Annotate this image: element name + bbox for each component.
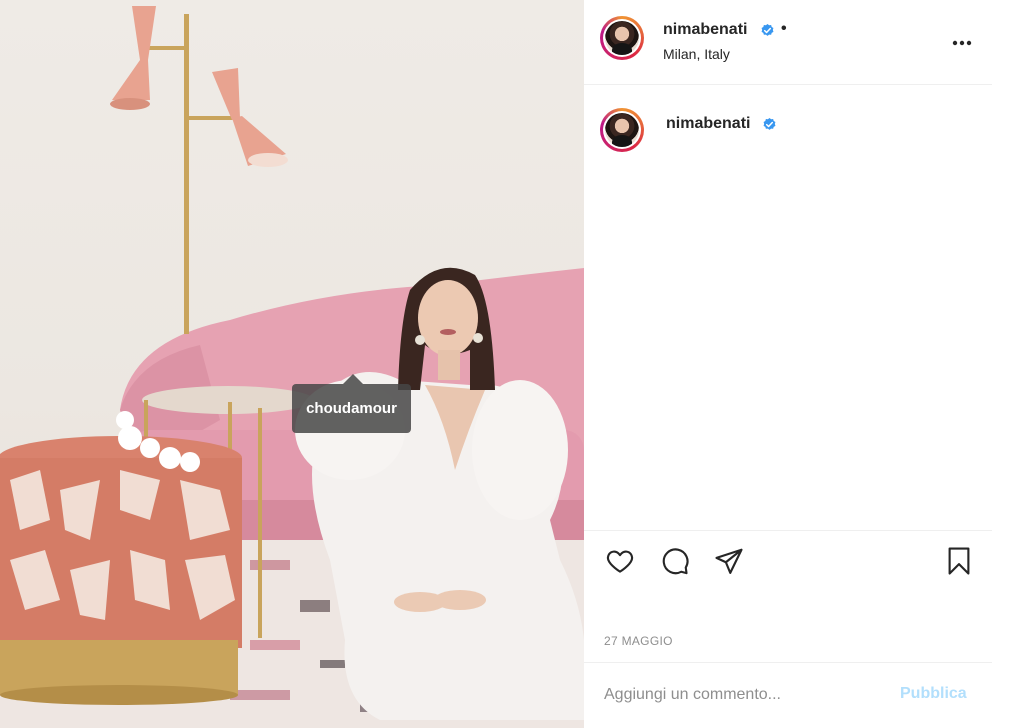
caption-author-username[interactable]: nimabenati: [666, 115, 750, 133]
bookmark-icon: [948, 547, 970, 575]
post-location[interactable]: Milan, Italy: [663, 46, 730, 62]
more-options-icon: [952, 40, 972, 46]
comment-icon: [662, 548, 689, 575]
save-button[interactable]: [944, 546, 978, 580]
right-margin: [992, 0, 1034, 728]
author-avatar[interactable]: [600, 16, 644, 60]
publish-comment-button[interactable]: Pubblica: [900, 685, 967, 703]
header-separator: •: [781, 20, 787, 37]
post-date[interactable]: 27 MAGGIO: [604, 634, 673, 648]
heart-icon: [606, 550, 634, 573]
more-options-button[interactable]: [952, 30, 972, 50]
post-side-panel: nimabenati • Milan, Italy nimabenati 27 …: [584, 0, 992, 728]
photo-user-tag[interactable]: choudamour: [292, 384, 411, 433]
comment-button[interactable]: [660, 546, 694, 580]
caption-author-avatar[interactable]: [600, 108, 644, 152]
photo-user-tag-label: choudamour: [306, 400, 397, 417]
verified-badge-icon: [761, 23, 774, 36]
photo-tag-arrow: [343, 374, 363, 384]
paper-plane-icon: [715, 548, 743, 574]
verified-badge-icon: [763, 117, 776, 130]
like-button[interactable]: [605, 546, 639, 580]
share-button[interactable]: [714, 546, 748, 580]
actions-divider: [584, 530, 992, 531]
post-photo[interactable]: choudamour: [0, 0, 584, 728]
post-header: nimabenati • Milan, Italy: [584, 0, 992, 85]
comment-divider: [584, 662, 992, 663]
author-username[interactable]: nimabenati: [663, 21, 747, 39]
add-comment-input[interactable]: [604, 680, 884, 710]
post-photo-illustration: [0, 6, 584, 728]
